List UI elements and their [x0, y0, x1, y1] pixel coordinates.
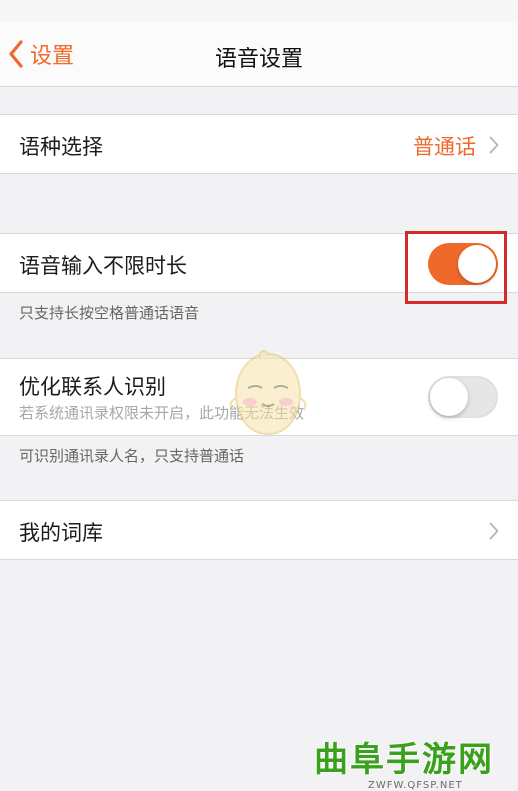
site-watermark-url: ZWFW.QFSP.NET [368, 780, 463, 791]
language-select-row[interactable]: 语种选择 普通话 [0, 114, 518, 174]
toggle-knob [430, 378, 468, 416]
my-lexicon-row[interactable]: 我的词库 [0, 500, 518, 560]
chevron-right-icon [489, 522, 499, 540]
contact-recognition-label: 优化联系人识别 [19, 375, 166, 399]
toggle-knob [458, 245, 496, 283]
unlimited-voice-input-toggle[interactable] [428, 243, 498, 285]
navigation-bar: 设置 语音设置 [0, 22, 518, 87]
unlimited-voice-input-label: 语音输入不限时长 [19, 254, 187, 278]
unlimited-voice-input-footnote: 只支持长按空格普通话语音 [19, 304, 200, 322]
contact-recognition-toggle[interactable] [428, 376, 498, 418]
status-bar-strip [0, 0, 518, 22]
site-watermark-title: 曲阜手游网 [314, 740, 494, 780]
language-select-label: 语种选择 [19, 135, 103, 159]
mascot-watermark [229, 350, 307, 436]
my-lexicon-label: 我的词库 [19, 521, 103, 545]
page-title: 语音设置 [214, 47, 303, 72]
language-current-value: 普通话 [413, 135, 476, 159]
site-watermark: 曲阜手游网 ZWFW.QFSP.NET [308, 732, 518, 791]
unlimited-voice-input-row: 语音输入不限时长 [0, 233, 518, 293]
contact-recognition-footnote: 可识别通讯录人名，只支持普通话 [19, 447, 245, 465]
chevron-right-icon [489, 136, 499, 154]
